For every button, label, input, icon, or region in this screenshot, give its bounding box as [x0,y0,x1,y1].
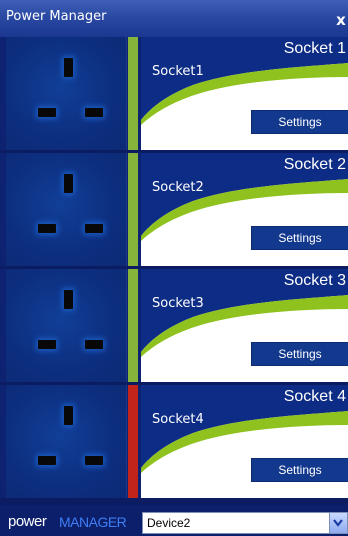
socket-earth-pin [64,290,73,309]
socket-status-bar [128,385,138,498]
settings-button[interactable]: Settings [251,342,348,366]
socket-earth-pin [64,174,73,193]
socket-neutral-pin [85,456,103,465]
uk-plug-socket-icon [6,385,127,498]
socket-label: Socket2 [152,180,204,195]
socket-label: Socket1 [152,64,204,79]
socket-name: Socket 4 [283,388,346,405]
socket-panel: Socket 3 Socket3 Settings [141,269,348,382]
socket-name: Socket 2 [283,156,346,173]
socket-neutral-pin [85,340,103,349]
power-manager-window: Power Manager x Socket 1 Socket1 Settings S… [0,0,348,536]
socket-neutral-pin [85,224,103,233]
footer-bar: power MANAGER Device2 [0,505,348,536]
socket-panel: Socket 2 Socket2 Settings [141,153,348,266]
socket-neutral-pin [85,108,103,117]
socket-panel: Socket 4 Socket4 Settings [141,385,348,498]
device-select[interactable]: Device2 [142,512,348,534]
socket-row: Socket 4 Socket4 Settings [0,385,348,498]
uk-plug-socket-icon [6,37,127,150]
socket-row: Socket 2 Socket2 Settings [0,153,348,266]
uk-plug-socket-icon [6,269,127,382]
socket-live-pin [38,224,56,233]
socket-live-pin [38,456,56,465]
socket-earth-pin [64,406,73,425]
logo-manager-text: MANAGER [59,514,127,530]
socket-label: Socket3 [152,296,204,311]
socket-row: Socket 3 Socket3 Settings [0,269,348,382]
socket-name: Socket 1 [283,40,346,57]
settings-button[interactable]: Settings [251,458,348,482]
socket-label: Socket4 [152,412,204,427]
socket-live-pin [38,108,56,117]
window-title: Power Manager [6,9,107,24]
socket-status-bar [128,269,138,382]
socket-row: Socket 1 Socket1 Settings [0,37,348,150]
close-icon[interactable]: x [334,12,348,28]
settings-button[interactable]: Settings [251,110,348,134]
socket-live-pin [38,340,56,349]
socket-status-bar [128,153,138,266]
socket-name: Socket 3 [283,272,346,289]
logo-power-text: power [8,513,47,530]
device-select-value: Device2 [147,516,191,530]
chevron-down-icon[interactable] [329,513,347,533]
row-divider [0,498,348,505]
uk-plug-socket-icon [6,153,127,266]
socket-status-bar [128,37,138,150]
settings-button[interactable]: Settings [251,226,348,250]
title-bar: Power Manager x [0,0,348,37]
socket-earth-pin [64,58,73,77]
socket-panel: Socket 1 Socket1 Settings [141,37,348,150]
